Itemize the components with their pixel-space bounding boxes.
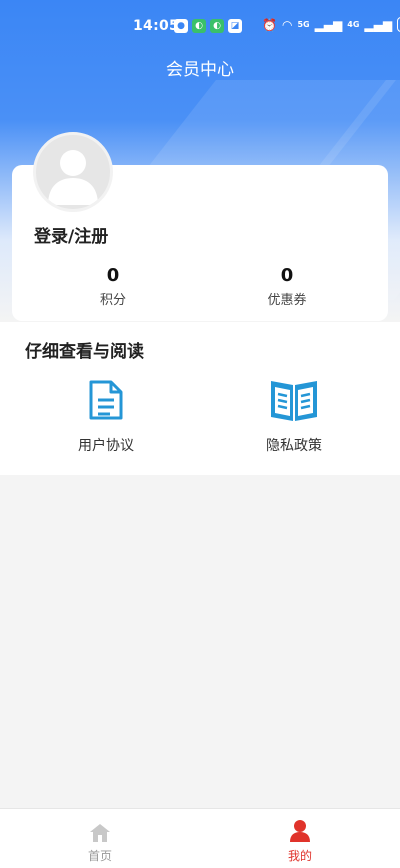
signal-4g-label: 4G <box>347 20 360 29</box>
page-title: 会员中心 <box>166 60 234 80</box>
status-time: 14:05 <box>133 18 180 34</box>
system-icons: ⏰ ◠ 5G ▂▄▆ 4G ▂▄▆ 93 <box>262 17 400 32</box>
app-notification-icon: ● <box>174 19 188 33</box>
default-avatar-icon <box>48 150 98 205</box>
wechat-icon: ◐ <box>192 19 206 33</box>
wifi-icon: ◠ <box>281 17 293 32</box>
coupons-value: 0 <box>280 265 294 286</box>
status-bar: 14:05 ● ◐ ◐ ◪ ⏰ ◠ 5G ▂▄▆ 4G ▂▄▆ 93 <box>0 0 400 54</box>
privacy-policy-label: 隐私政策 <box>266 438 322 454</box>
tab-home[interactable]: 首页 <box>50 817 150 864</box>
points-label: 积分 <box>99 293 126 308</box>
points-stat[interactable]: 0 积分 <box>53 265 173 308</box>
tab-home-label: 首页 <box>87 849 112 863</box>
user-agreement-label: 用户协议 <box>78 438 134 454</box>
login-register-link[interactable]: 登录/注册 <box>34 222 108 247</box>
tab-mine-label: 我的 <box>287 849 312 863</box>
wechat-icon: ◐ <box>210 19 224 33</box>
user-agreement-link[interactable]: 用户协议 <box>46 375 166 455</box>
reading-section: 仔细查看与阅读 用户协议 隐私政策 <box>0 322 400 475</box>
signal-icon: ▂▄▆ <box>364 17 393 32</box>
tab-mine[interactable]: 我的 <box>250 817 350 864</box>
avatar[interactable] <box>33 132 113 212</box>
coupons-stat[interactable]: 0 优惠券 <box>227 265 347 308</box>
privacy-policy-link[interactable]: 隐私政策 <box>234 375 354 455</box>
book-icon <box>271 381 317 421</box>
home-icon <box>90 824 110 842</box>
points-value: 0 <box>106 265 120 286</box>
document-icon <box>89 380 123 420</box>
alarm-icon: ⏰ <box>262 17 277 32</box>
reading-section-title: 仔细查看与阅读 <box>25 342 144 362</box>
app-notification-icon: ◪ <box>228 19 242 33</box>
coupons-label: 优惠券 <box>267 293 307 308</box>
bottom-tab-bar: 首页 我的 <box>0 808 400 868</box>
signal-icon: ▂▄▆ <box>314 17 343 32</box>
notification-icons: ● ◐ ◐ ◪ <box>174 19 242 33</box>
user-icon <box>290 820 310 842</box>
signal-5g-label: 5G <box>297 20 310 29</box>
